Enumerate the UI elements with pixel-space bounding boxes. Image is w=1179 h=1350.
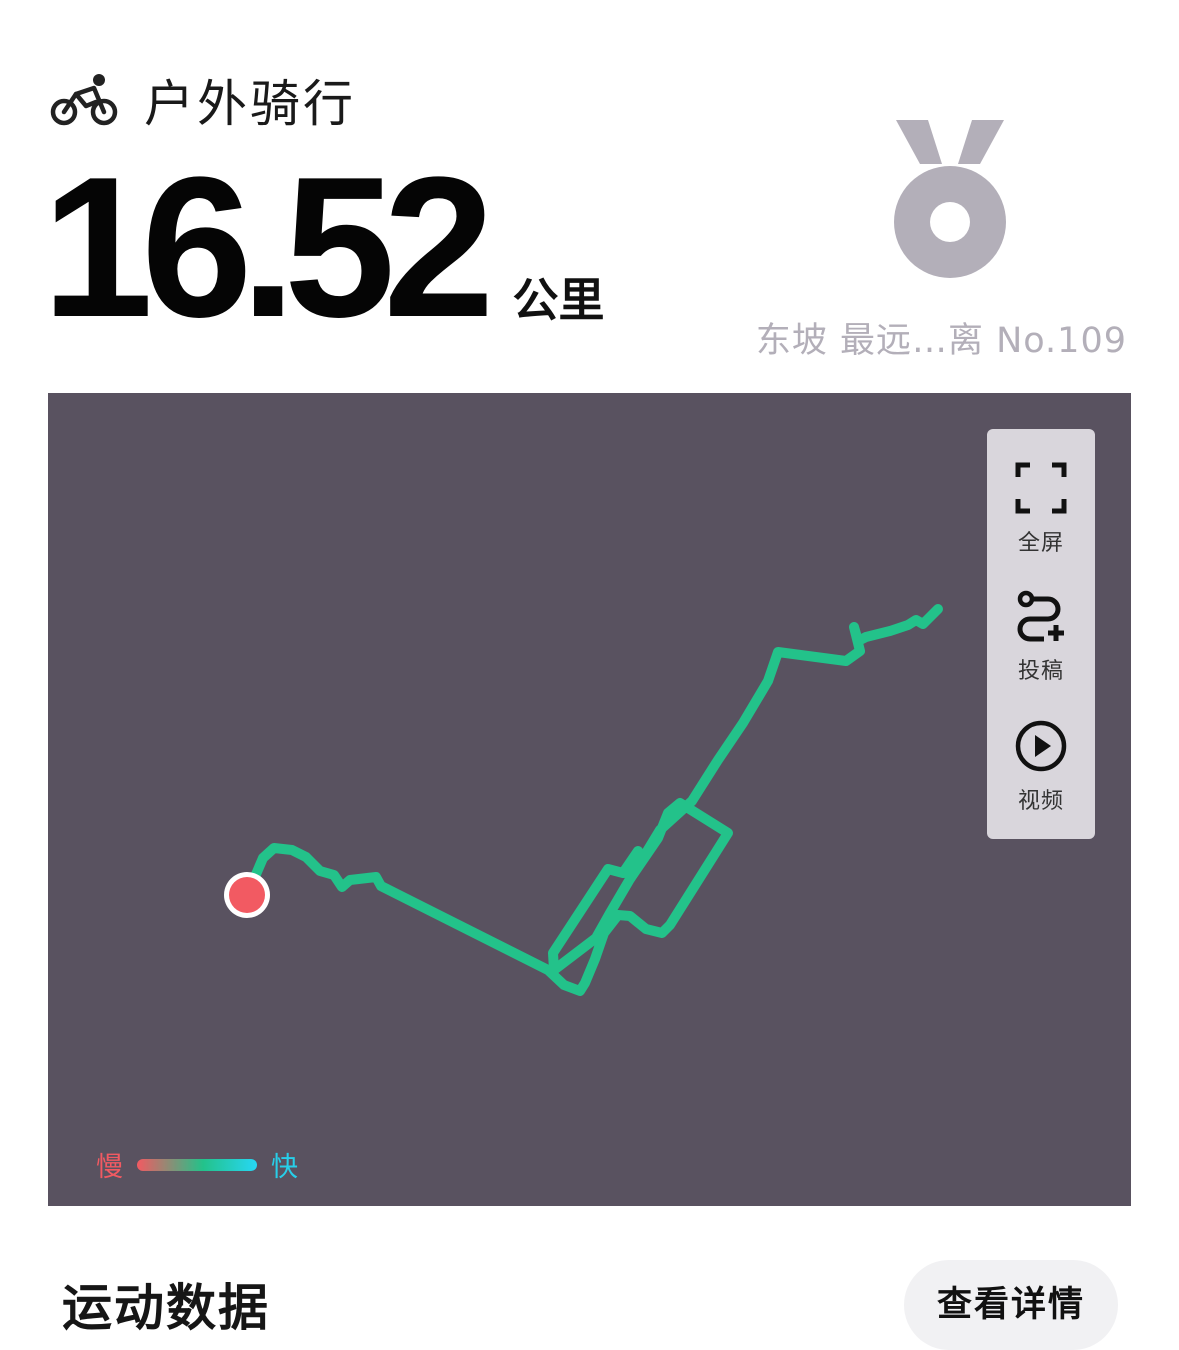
activity-type-title: 户外骑行 <box>144 75 356 133</box>
route-map[interactable]: 全屏 投稿 视频 慢 快 <box>48 393 1131 1206</box>
medal-badge[interactable] <box>880 112 1020 292</box>
route-add-icon <box>1017 590 1064 642</box>
route-path <box>243 604 943 996</box>
play-circle-icon <box>1015 720 1067 772</box>
speed-gradient-bar <box>137 1158 257 1171</box>
medal-icon <box>894 120 1006 278</box>
cyclist-icon <box>50 74 118 126</box>
fullscreen-button[interactable]: 全屏 <box>987 461 1095 557</box>
distance-unit: 公里 <box>512 273 605 327</box>
distance-value: 16.52 <box>42 136 494 359</box>
activity-header: 户外骑行 <box>50 64 356 136</box>
section-title-stats: 运动数据 <box>62 1279 270 1337</box>
map-toolbar: 全屏 投稿 视频 <box>987 429 1095 839</box>
distance-display: 16.52 公里 <box>42 148 605 348</box>
speed-legend: 慢 快 <box>96 1145 298 1184</box>
legend-fast-label: 快 <box>271 1152 298 1183</box>
video-label: 视频 <box>1017 789 1064 814</box>
submit-route-label: 投稿 <box>1017 659 1064 684</box>
fullscreen-label: 全屏 <box>1017 531 1064 556</box>
medal-caption[interactable]: 东坡 最远…离 No.109 <box>756 312 1127 363</box>
fullscreen-icon <box>1015 462 1067 514</box>
submit-route-button[interactable]: 投稿 <box>987 589 1095 685</box>
legend-slow-label: 慢 <box>96 1152 123 1183</box>
route-track <box>224 604 943 996</box>
video-button[interactable]: 视频 <box>987 719 1095 815</box>
